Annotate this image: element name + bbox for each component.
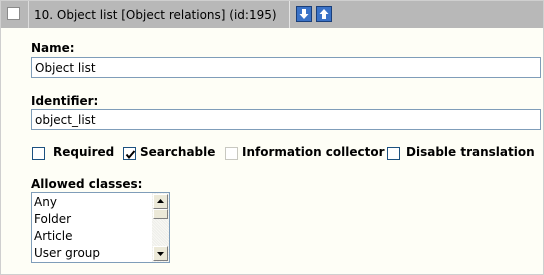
allowed-classes-listbox[interactable]: Any Folder Article User group bbox=[31, 192, 170, 263]
checkmark-icon bbox=[125, 150, 136, 160]
identifier-input[interactable] bbox=[31, 109, 541, 130]
identifier-label: Identifier: bbox=[31, 94, 99, 108]
required-label: Required bbox=[53, 145, 115, 159]
move-up-button[interactable] bbox=[316, 6, 332, 22]
list-item[interactable]: User group bbox=[34, 246, 100, 260]
attribute-header: 10. Object list [Object relations] (id:1… bbox=[1, 1, 543, 28]
required-checkbox[interactable] bbox=[32, 147, 45, 160]
move-down-button[interactable] bbox=[296, 6, 312, 22]
attribute-panel: 10. Object list [Object relations] (id:1… bbox=[0, 0, 544, 275]
attribute-title: 10. Object list [Object relations] (id:1… bbox=[34, 8, 277, 22]
select-attribute-checkbox[interactable] bbox=[7, 7, 20, 20]
disable-translation-label: Disable translation bbox=[406, 145, 535, 159]
header-divider bbox=[289, 1, 290, 28]
information-collector-label: Information collector bbox=[242, 145, 385, 159]
arrow-down-icon bbox=[299, 9, 309, 19]
allowed-classes-label: Allowed classes: bbox=[31, 177, 143, 191]
list-item[interactable]: Folder bbox=[34, 212, 71, 226]
scroll-up-button[interactable] bbox=[153, 194, 168, 209]
listbox-scrollbar[interactable] bbox=[152, 193, 169, 262]
triangle-up-icon bbox=[157, 199, 164, 203]
searchable-label: Searchable bbox=[140, 145, 216, 159]
searchable-checkbox[interactable] bbox=[123, 147, 136, 160]
scroll-thumb[interactable] bbox=[153, 209, 168, 219]
list-item[interactable]: Any bbox=[34, 195, 57, 209]
list-item[interactable]: Article bbox=[34, 229, 73, 243]
arrow-up-icon bbox=[319, 9, 329, 19]
scroll-down-button[interactable] bbox=[153, 246, 168, 261]
name-input[interactable] bbox=[31, 57, 541, 78]
triangle-down-icon bbox=[157, 252, 164, 256]
disable-translation-checkbox[interactable] bbox=[387, 147, 400, 160]
name-label: Name: bbox=[31, 41, 75, 55]
header-select-cell bbox=[1, 1, 29, 28]
information-collector-checkbox[interactable] bbox=[225, 147, 238, 160]
